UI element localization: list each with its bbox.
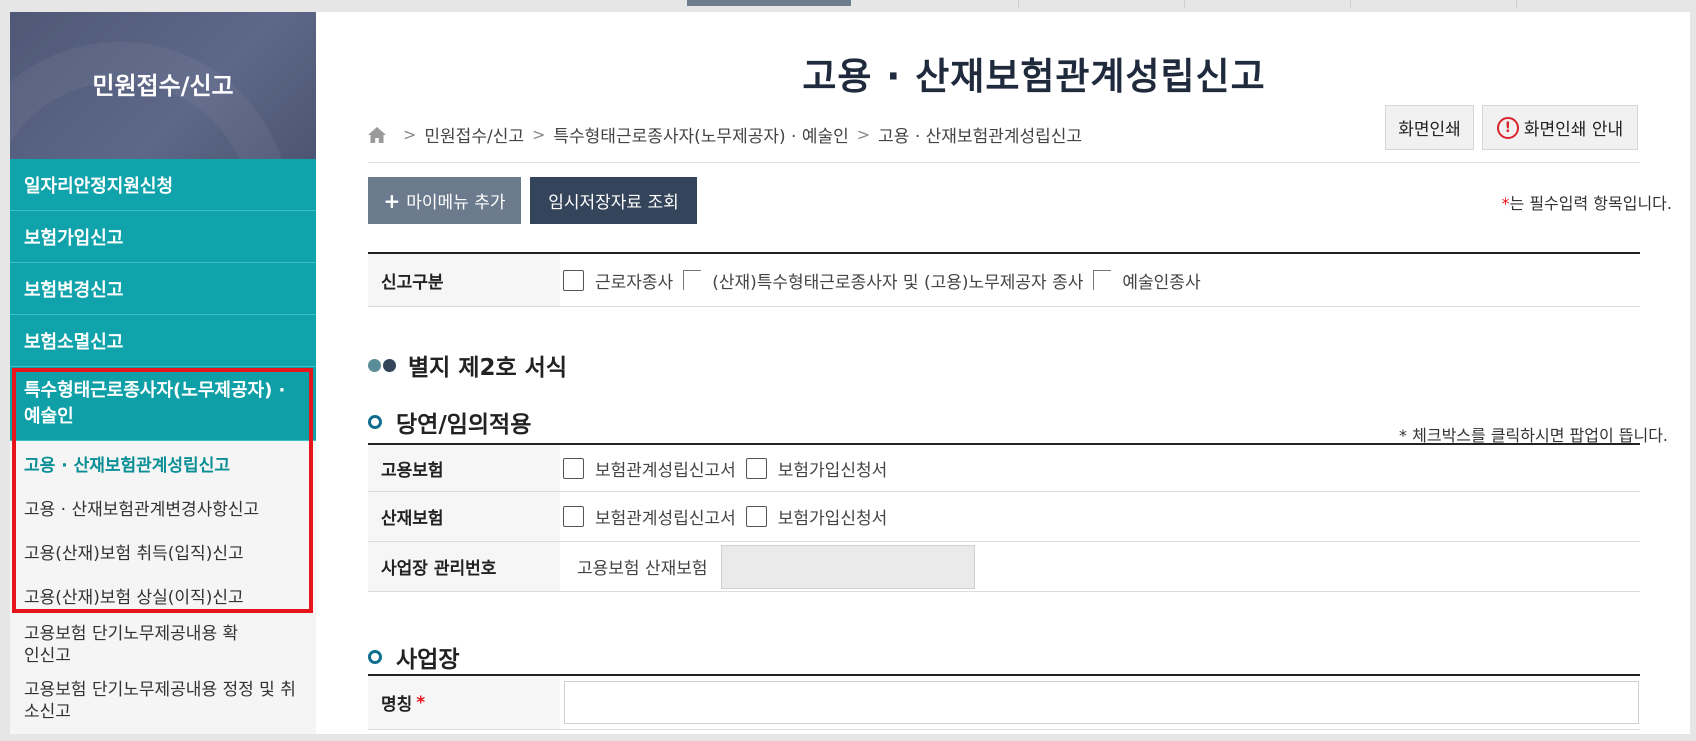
option-label: 보험가입신청서	[777, 509, 888, 529]
print-guide-button[interactable]: ! 화면인쇄 안내	[1482, 105, 1638, 150]
divider	[368, 162, 1640, 163]
workplace-name-label: 명칭 *	[368, 676, 560, 729]
breadcrumb-item[interactable]: 고용 · 산재보험관계성립신고	[878, 122, 1082, 147]
workplace-name-input[interactable]	[564, 681, 1639, 724]
chevron-right-icon: >	[531, 125, 546, 144]
chevron-right-icon: >	[856, 125, 871, 144]
sidebar-item-insurance-join[interactable]: 보험가입신고	[10, 211, 316, 263]
checkbox[interactable]	[683, 270, 702, 290]
workplace-name-cell	[560, 676, 1640, 729]
report-type-table: 신고구분 근로자종사 (산재)특수형태근로종사자 및 (고용)노무제공자 종사 …	[368, 252, 1640, 307]
option-label: 보험가입신청서	[777, 460, 888, 481]
report-type-options: 근로자종사 (산재)특수형태근로종사자 및 (고용)노무제공자 종사 예술인종사	[560, 254, 1640, 306]
submenu-label: 고용보험 단기노무제공내용 확인신고	[24, 624, 239, 666]
temp-saved-button[interactable]: 임시저장자료 조회	[530, 177, 697, 224]
print-guide-label: 화면인쇄 안내	[1523, 120, 1624, 140]
highlight-box	[12, 368, 313, 613]
option-label: 근로자종사	[595, 272, 674, 293]
checkbox[interactable]	[1093, 270, 1112, 290]
top-tab-strip	[0, 0, 1696, 12]
bottom-strip	[0, 734, 1696, 741]
mgmt-no-field	[720, 544, 975, 589]
table-row: 산재보험 보험관계성립신고서 보험가입신청서	[368, 492, 1640, 542]
add-mymenu-label: 마이메뉴 추가	[406, 193, 506, 213]
option-worker[interactable]: 근로자종사	[563, 268, 673, 293]
bullet-ring-icon	[368, 650, 382, 664]
section-workplace-title-text: 사업장	[396, 647, 460, 673]
employment-insurance-label: 고용보험	[368, 445, 560, 491]
tab-divider	[1350, 0, 1351, 8]
required-star: *	[416, 692, 426, 713]
checkbox[interactable]	[563, 506, 584, 527]
report-type-label: 신고구분	[368, 254, 560, 306]
page-title: 고용 · 산재보험관계성립신고	[802, 55, 1266, 98]
required-note: *는 필수입력 항목입니다.	[1502, 190, 1672, 214]
breadcrumb: > 민원접수/신고 > 특수형태근로종사자(노무제공자) · 예술인 > 고용 …	[367, 122, 1082, 147]
option-artist[interactable]: 예술인종사	[1093, 268, 1201, 293]
bullet-dots-icon	[368, 358, 398, 372]
option-label: 예술인종사	[1122, 272, 1201, 293]
required-star: *	[1501, 194, 1510, 213]
sidebar-item-job-stability[interactable]: 일자리안정지원신청	[10, 159, 316, 211]
option-employment-join[interactable]: 보험가입신청서	[745, 456, 888, 481]
required-note-text: 는 필수입력 항목입니다.	[1509, 194, 1672, 213]
table-row: 고용보험 보험관계성립신고서 보험가입신청서	[368, 445, 1640, 492]
mgmt-no-cell: 고용보험 산재보험	[560, 542, 1640, 591]
checkbox[interactable]	[745, 506, 767, 527]
sidebar-header: 민원접수/신고	[10, 12, 316, 159]
submenu-item-short-term-confirm[interactable]: 고용보험 단기노무제공내용 확인신고	[10, 617, 316, 673]
main-content: 고용 · 산재보험관계성립신고 > 민원접수/신고 > 특수형태근로종사자(노무…	[316, 12, 1692, 734]
tab-divider	[1184, 0, 1185, 8]
scrollbar[interactable]	[1690, 12, 1692, 734]
section-workplace-title: 사업장	[368, 640, 459, 674]
option-label: (산재)특수형태근로종사자 및 (고용)노무제공자 종사	[712, 272, 1084, 293]
mgmt-no-text: 고용보험 산재보험	[577, 559, 708, 579]
sidebar-item-insurance-termination[interactable]: 보험소멸신고	[10, 315, 316, 367]
sidebar: 민원접수/신고 일자리안정지원신청 보험가입신고 보험변경신고 보험소멸신고 특…	[10, 12, 316, 734]
checkbox[interactable]	[563, 457, 584, 479]
industrial-insurance-label: 산재보험	[368, 492, 560, 541]
plus-icon: +	[383, 188, 401, 213]
workplace-name-label-text: 명칭	[381, 695, 413, 715]
option-industrial-establish[interactable]: 보험관계성립신고서	[563, 504, 736, 529]
option-industrial-join[interactable]: 보험가입신청서	[745, 504, 888, 529]
print-button[interactable]: 화면인쇄	[1385, 105, 1474, 150]
option-label: 보험관계성립신고서	[595, 509, 736, 529]
tab-divider	[1516, 0, 1517, 8]
submenu-label: 고용보험 단기노무제공내용 정정 및 취소신고	[24, 680, 296, 722]
option-label: 보험관계성립신고서	[595, 460, 736, 481]
table-row: 사업장 관리번호 고용보험 산재보험	[368, 542, 1640, 592]
chevron-right-icon: >	[403, 125, 417, 144]
section-auto-title: 당연/임의적용	[368, 405, 531, 439]
submenu-item-short-term-correct[interactable]: 고용보험 단기노무제공내용 정정 및 취소신고	[10, 673, 316, 729]
auto-apply-table: 고용보험 보험관계성립신고서 보험가입신청서 산재보험 보험관계성립신고서 보험…	[368, 443, 1640, 592]
home-icon[interactable]	[367, 126, 387, 144]
option-employment-establish[interactable]: 보험관계성립신고서	[563, 456, 736, 481]
section-form-title: 별지 제2호 서식	[368, 348, 567, 382]
bullet-ring-icon	[368, 415, 382, 429]
sidebar-item-insurance-change[interactable]: 보험변경신고	[10, 263, 316, 315]
breadcrumb-item[interactable]: 민원접수/신고	[424, 122, 524, 147]
add-mymenu-button[interactable]: + 마이메뉴 추가	[368, 177, 521, 224]
section-form-title-text: 별지 제2호 서식	[408, 355, 567, 381]
mgmt-no-label: 사업장 관리번호	[368, 542, 560, 591]
checkbox[interactable]	[563, 269, 584, 291]
table-row: 명칭 *	[368, 676, 1640, 730]
tab-divider	[1018, 0, 1019, 8]
employment-options: 보험관계성립신고서 보험가입신청서	[560, 445, 1640, 491]
active-tab-marker[interactable]	[687, 0, 851, 6]
sidebar-title: 민원접수/신고	[92, 72, 234, 100]
section-auto-title-text: 당연/임의적용	[396, 412, 532, 438]
page-frame: 민원접수/신고 일자리안정지원신청 보험가입신고 보험변경신고 보험소멸신고 특…	[10, 12, 1692, 734]
option-special-worker[interactable]: (산재)특수형태근로종사자 및 (고용)노무제공자 종사	[683, 268, 1083, 293]
breadcrumb-item[interactable]: 특수형태근로종사자(노무제공자) · 예술인	[553, 122, 848, 147]
industrial-options: 보험관계성립신고서 보험가입신청서	[560, 492, 1640, 541]
table-row: 신고구분 근로자종사 (산재)특수형태근로종사자 및 (고용)노무제공자 종사 …	[368, 254, 1640, 307]
checkbox[interactable]	[745, 457, 767, 479]
workplace-table: 명칭 *	[368, 674, 1640, 730]
warning-icon: !	[1496, 116, 1519, 139]
